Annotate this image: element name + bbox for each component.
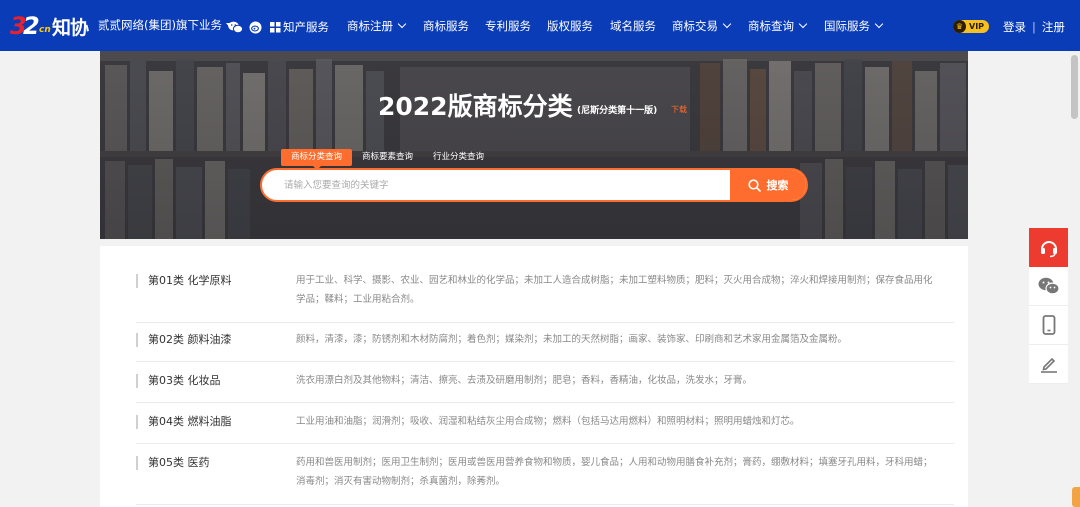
search-button[interactable]: 搜索 <box>730 170 806 200</box>
nav-trademark-register[interactable]: 商标注册 <box>347 18 407 34</box>
class-list-panel: 第01类 化学原料 用于工业、科学、摄影、农业、园艺和林业的化学品；未加工人造合… <box>100 246 968 507</box>
chevron-down-icon <box>874 19 884 29</box>
weibo-icon[interactable] <box>249 19 262 38</box>
tab-class-search[interactable]: 商标分类查询 <box>281 149 353 170</box>
class-description: 药用和兽医用制剂；医用卫生制剂；医用或兽医用营养食物和物质，婴儿食品；人用和动物… <box>296 457 933 487</box>
nav-label: 商标服务 <box>423 19 469 33</box>
nav-label: 专利服务 <box>485 19 531 33</box>
chevron-down-icon <box>722 19 732 29</box>
vip-badge[interactable]: ♛ VIP <box>953 20 989 33</box>
search-input[interactable] <box>262 170 732 200</box>
register-link[interactable]: 注册 <box>1042 19 1065 35</box>
wechat-contact-button[interactable] <box>1029 267 1068 306</box>
list-item[interactable]: 第04类 燃料油脂 工业用油和油脂；润滑剂；吸收、润湿和粘结灰尘用合成物；燃料（… <box>136 415 954 444</box>
list-item[interactable]: 第03类 化妆品 洗衣用漂白剂及其他物料；清洁、擦亮、去渍及研磨用制剂；肥皂；香… <box>136 374 954 403</box>
class-name: 第05类 医药 <box>136 456 210 470</box>
class-name: 第03类 化妆品 <box>136 374 221 388</box>
page-title: 2022版商标分类 <box>378 92 573 121</box>
feedback-button[interactable] <box>1029 345 1068 384</box>
scrollbar-thumb[interactable] <box>1071 55 1078 119</box>
hero-overlay <box>100 51 968 239</box>
class-description: 洗衣用漂白剂及其他物料；清洁、擦亮、去渍及研磨用制剂；肥皂；香料，香精油，化妆品… <box>296 375 753 386</box>
edit-icon <box>1040 357 1057 373</box>
scrollbar-track[interactable] <box>1069 51 1080 507</box>
customer-service-button[interactable] <box>1029 228 1068 267</box>
logo-text: 知协 <box>52 16 89 39</box>
nav-label: 域名服务 <box>610 19 656 33</box>
zhichan-service-link[interactable]: 知产服务 <box>270 19 329 35</box>
class-description: 工业用油和油脂；润滑剂；吸收、润湿和粘结灰尘用合成物；燃料（包括马达用燃料）和照… <box>296 416 800 427</box>
wechat-icon <box>1038 277 1060 295</box>
class-name: 第01类 化学原料 <box>136 274 232 288</box>
hero-banner: 2022版商标分类 (尼斯分类第十一版) 下载 商标分类查询 商标要素查询 行业… <box>100 51 968 239</box>
list-item[interactable]: 第05类 医药 药用和兽医用制剂；医用卫生制剂；医用或兽医用营养食物和物质，婴儿… <box>136 456 954 505</box>
nav-label: 商标交易 <box>672 19 718 33</box>
auth-separator: | <box>1032 20 1036 34</box>
chevron-down-icon <box>397 19 407 29</box>
list-item[interactable]: 第02类 颜料油漆 颜料，清漆，漆；防锈剂和木材防腐剂；着色剂；媒染剂；未加工的… <box>136 333 954 362</box>
tab-industry-search[interactable]: 行业分类查询 <box>423 149 494 166</box>
group-business-dropdown[interactable]: 贰贰网络(集团)旗下业务 <box>98 17 234 33</box>
class-name: 第04类 燃料油脂 <box>136 415 232 429</box>
mobile-icon <box>1042 315 1055 335</box>
grid-icon <box>270 21 281 32</box>
nav-label: 商标注册 <box>347 19 393 33</box>
zhichan-service-label: 知产服务 <box>283 20 329 34</box>
logo-mark: 3 2 cn <box>10 12 51 40</box>
login-link[interactable]: 登录 <box>1003 19 1026 35</box>
top-navigation: 3 2 cn 知协 贰贰网络(集团)旗下业务 知产服务 商标注册 商标服务 专利服务… <box>0 0 1080 51</box>
class-description: 颜料，清漆，漆；防锈剂和木材防腐剂；着色剂；媒染剂；未加工的天然树脂；画家、装饰… <box>296 334 848 345</box>
nav-patent-service[interactable]: 专利服务 <box>485 18 531 34</box>
vip-label: VIP <box>969 22 985 31</box>
page-subtitle: (尼斯分类第十一版) <box>577 106 658 116</box>
search-bar: 搜索 <box>260 168 808 202</box>
nav-trademark-search[interactable]: 商标查询 <box>748 18 808 34</box>
nav-copyright-service[interactable]: 版权服务 <box>547 18 593 34</box>
search-button-label: 搜索 <box>766 179 789 192</box>
float-contact-bar <box>1029 228 1068 384</box>
search-tabs: 商标分类查询 商标要素查询 行业分类查询 <box>281 149 494 170</box>
nav-trademark-service[interactable]: 商标服务 <box>423 18 469 34</box>
chevron-down-icon <box>798 19 808 29</box>
nav-label: 商标查询 <box>748 19 794 33</box>
nav-label: 版权服务 <box>547 19 593 33</box>
mobile-contact-button[interactable] <box>1029 306 1068 345</box>
nav-domain-service[interactable]: 域名服务 <box>610 18 656 34</box>
nav-international-service[interactable]: 国际服务 <box>824 18 884 34</box>
crown-icon: ♛ <box>953 20 966 33</box>
headset-icon <box>1040 240 1057 257</box>
class-name: 第02类 颜料油漆 <box>136 333 232 347</box>
tab-element-search[interactable]: 商标要素查询 <box>352 149 423 166</box>
nav-label: 国际服务 <box>824 19 870 33</box>
side-tab-badge[interactable] <box>1072 487 1080 507</box>
list-item[interactable]: 第01类 化学原料 用于工业、科学、摄影、农业、园艺和林业的化学品；未加工人造合… <box>136 274 954 323</box>
nav-trademark-trade[interactable]: 商标交易 <box>672 18 732 34</box>
search-icon <box>747 178 761 192</box>
auth-links: 登录 | 注册 <box>1003 19 1065 35</box>
wechat-icon[interactable] <box>228 19 244 38</box>
group-business-label: 贰贰网络(集团)旗下业务 <box>98 18 222 32</box>
site-logo[interactable]: 3 2 cn 知协 <box>10 10 90 42</box>
download-link[interactable]: 下载 <box>671 104 687 115</box>
class-description: 用于工业、科学、摄影、农业、园艺和林业的化学品；未加工人造合成树脂；未加工塑料物… <box>296 275 933 305</box>
